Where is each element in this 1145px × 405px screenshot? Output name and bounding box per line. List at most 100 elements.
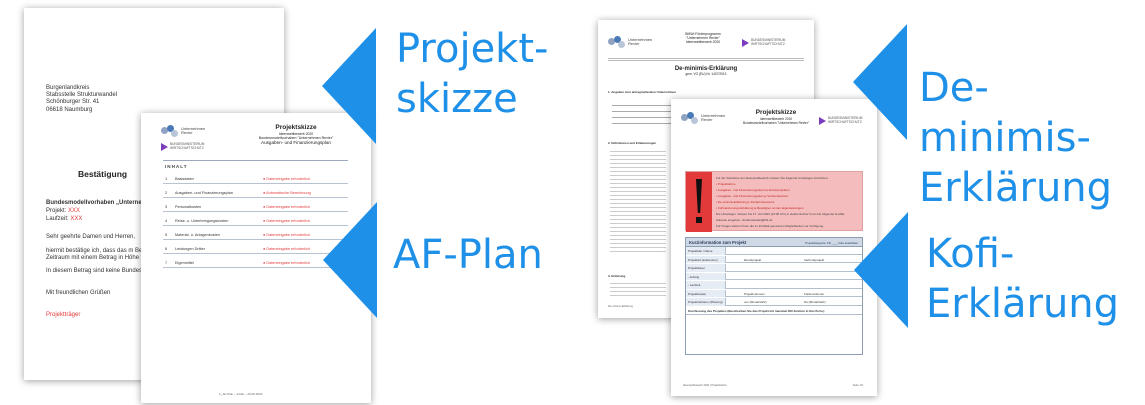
inhalt-heading: INHALT	[165, 164, 188, 169]
notice-line: Für die Teilnahme am Ideenwettbewerb müs…	[716, 176, 829, 180]
form-row[interactable]: Kurzfassung des Projektes (Beschreiben S…	[686, 307, 862, 315]
notice-line: • Ausgaben- und Finanzierungsplan bei Ei…	[716, 188, 790, 192]
form-label: Projektdauer	[688, 266, 706, 271]
toc-number: 5	[165, 233, 168, 237]
toc-label: Personalkosten	[175, 205, 202, 209]
toc-number: 3	[165, 205, 168, 209]
kofi-page: Unternehmen Revier Projektskizze Ideenwet…	[671, 99, 877, 396]
unternehmen-revier-logo: Unternehmen Revier	[161, 125, 205, 137]
toc-label: Eigenmittel	[175, 261, 194, 265]
exclamation-icon	[690, 175, 708, 229]
toc-row[interactable]: 1 Basisdaten ● Dateneingabe erforderlich	[163, 174, 348, 184]
callout-label-kofi: Kofi- Erklärung	[926, 231, 1120, 327]
kofi-footer-left: Ideenwettbewerb 2020 | Projektskizze	[683, 384, 727, 387]
letter-body: In diesem Betrag sind keine Bundesm	[46, 268, 148, 274]
letter-title: Bestätigung	[78, 169, 128, 179]
toc-status: ● Dateneingabe erforderlich	[263, 177, 311, 181]
form-label: - Anfang	[688, 274, 700, 279]
deminimis-title: De-minimis-Erklärung gem. VO (EU) Nr. 14…	[674, 66, 738, 76]
notice-box: Für die Teilnahme am Ideenwettbewerb müs…	[685, 171, 863, 232]
toc-label: Ausgaben- und Finanzierungsplan	[175, 191, 233, 195]
form-row[interactable]: Projekttitel / Name	[686, 247, 862, 255]
toc-row[interactable]: 4 Reise- u. Unterbringungskosten ● Datenei…	[163, 216, 348, 226]
toc-row[interactable]: 6 Leistungen Dritter ● Dateneingabe erford…	[163, 244, 348, 254]
form-label: Projektart (ankreuzen)	[688, 257, 718, 262]
toc-status: ● Dateneingabe erforderlich	[263, 247, 311, 251]
kurzinfo-form: Kurzinformation zum Projekt Projektkateg…	[685, 237, 863, 355]
letter-closing: Mit freundlichen Grüßen	[46, 290, 111, 296]
letter-body: Zeitraum mit einem Betrag in Höhe vo	[46, 255, 148, 261]
callout-arrow-af-plan	[323, 202, 377, 318]
toc-number: 6	[165, 247, 168, 251]
letter-signature: Projektträger	[46, 312, 81, 318]
form-row[interactable]: Projektart (ankreuzen) Einzelprojekt Verbu…	[686, 255, 862, 263]
notice-line: Für Fragen stehen Ihnen die im Infoblatt…	[716, 224, 824, 228]
kofi-header: Projektskizze Ideenwettbewerb 2020 Bunde…	[742, 109, 810, 125]
toc-status: ● Dateneingabe erforderlich	[263, 261, 311, 265]
form-row[interactable]: - Anfang	[686, 272, 862, 280]
deminimis-header: BMWi Förderprogramm "Unternehmen Revier"…	[685, 32, 721, 44]
form-label: Projekttitel / Name	[688, 249, 713, 254]
toc-label: Reise- u. Unterbringungskosten	[175, 219, 229, 223]
form-row[interactable]: Projektkosten Projektvolumen Fördervolumen	[686, 289, 862, 297]
bmwi-logo: BUNDESMINISTERIUM WIRTSCHAFTSCHUTZ	[161, 142, 204, 151]
callout-arrow-projektskizze	[322, 28, 376, 144]
form-option: bis (Monat/Jahr)	[804, 300, 826, 305]
toc-row[interactable]: 3 Personalkosten ● Dateneingabe erforderli…	[163, 202, 348, 212]
toc-status: ● Dateneingabe erforderlich	[263, 219, 311, 223]
callout-label-af-plan: AF-Plan	[393, 232, 543, 278]
form-row[interactable]: Projektdauer	[686, 264, 862, 272]
form-title: Kurzinformation zum Projekt	[689, 240, 747, 245]
form-label: Projektkosten	[688, 291, 707, 296]
toc-label: Material- u. Anlagenkosten	[175, 233, 220, 237]
form-option: Verbundprojekt	[804, 257, 825, 262]
toc-number: 2	[165, 191, 168, 195]
bmwi-logo: BUNDESMINISTERIUM WIRTSCHAFTSCHUTZ	[742, 38, 785, 47]
letter-projekt: Projekt: XXX	[46, 208, 81, 214]
toc-status: ● Dateneingabe erforderlich	[263, 233, 311, 237]
callout-label-projektskizze: Projekt- skizze	[396, 26, 549, 122]
toc-number: 1	[165, 177, 168, 181]
deminimis-section: 2. Definitionen und Erläuterungen	[608, 141, 657, 145]
notice-line: • Projektskizze	[716, 182, 736, 186]
letter-project-line: Bundesmodellvorhaben „Unterneh	[46, 200, 146, 206]
toc-row[interactable]: 7 Eigenmittel ● Dateneingabe erforderlich	[163, 258, 348, 268]
toc-row[interactable]: 5 Material- u. Anlagenkosten ● Dateneingab…	[163, 230, 348, 240]
letter-greeting: Sehr geehrte Damen und Herren,	[46, 234, 136, 240]
form-option: Einzelprojekt	[744, 257, 762, 262]
callout-arrow-kofi	[854, 212, 908, 328]
notice-line: • De-minimis-Erklärung je Förderinteress…	[716, 200, 775, 204]
toc-status: ● Dateneingabe erforderlich	[263, 205, 311, 209]
deminimis-footer: De-minimis-Erklärung	[608, 305, 633, 308]
deminimis-section: 3. Erklärung	[608, 274, 626, 278]
callout-arrow-de-minimis	[853, 24, 907, 140]
letter-address: Burgenlandkreis Stabsstelle Strukturwand…	[46, 85, 118, 113]
callout-label-de-minimis: De-minimis- Erklärung	[919, 65, 1113, 211]
form-label: Kurzfassung des Projektes (Beschreiben S…	[688, 308, 825, 313]
letter-body: hiermit bestätige ich, dass das m Betr	[46, 248, 147, 254]
deminimis-section: 1. Angaben zum antragstellenden Unterneh…	[608, 90, 676, 94]
form-row[interactable]: Projektzeitraum (Planung) von (Monat/Jahr…	[686, 298, 862, 306]
form-option: Projektvolumen	[744, 291, 765, 296]
toc-status: ● Automatische Berechnung	[263, 191, 311, 195]
notice-line: • Kofinanzierungs-Erklärung je Beteiligt…	[716, 206, 804, 210]
toc-row[interactable]: 2 Ausgaben- und Finanzierungsplan ● Automa…	[163, 188, 348, 198]
notice-line: Die Unterlagen müssen bis 17. Juli 2020 …	[716, 212, 845, 216]
notice-line: • Ausgaben- und Finanzierungsplan je Ver…	[716, 194, 789, 198]
form-option: Fördervolumen	[804, 291, 825, 296]
form-option: von (Monat/Jahr)	[744, 300, 767, 305]
form-label: - Laufzeit	[688, 283, 701, 288]
toc-label: Basisdaten	[175, 177, 194, 181]
form-row[interactable]: - Laufzeit	[686, 281, 862, 289]
af-plan-footer: 1_AF-Plan ~ Inhalt ~ 20.05.2020	[219, 392, 263, 396]
notice-line: Adresse eingehen: strukturwandel@blk.de	[716, 218, 773, 222]
toc-number: 4	[165, 219, 168, 223]
unternehmen-revier-logo: Unternehmen Revier	[681, 112, 725, 124]
toc-label: Leistungen Dritter	[175, 247, 205, 251]
unternehmen-revier-logo: Unternehmen Revier	[608, 36, 652, 48]
kofi-footer-right: Seite 1/3	[852, 384, 863, 387]
letter-laufzeit: Laufzeit: XXX	[46, 216, 83, 222]
form-label: Projektzeitraum (Planung)	[688, 300, 723, 305]
toc-number: 7	[165, 261, 168, 265]
project-category-field[interactable]: Projektkategorie: FR ____ bitte auswähle…	[805, 241, 858, 245]
